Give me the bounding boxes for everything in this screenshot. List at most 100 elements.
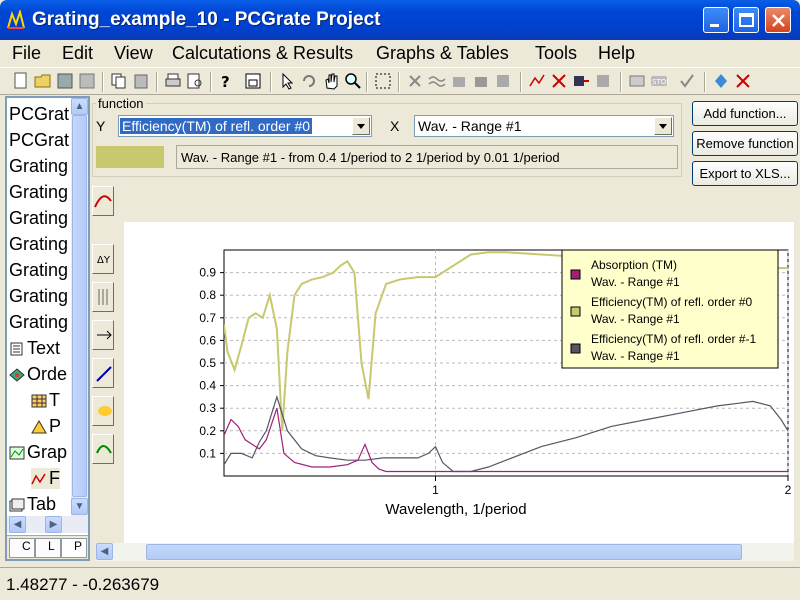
svg-text:ΔY: ΔY <box>97 255 111 266</box>
tree-item[interactable]: Grating <box>9 312 68 333</box>
tree-item-text[interactable]: Text <box>9 338 60 359</box>
tree-item-tables[interactable]: Tab <box>9 494 56 515</box>
minimize-button[interactable] <box>703 7 729 33</box>
copy-icon[interactable] <box>110 72 128 90</box>
info-icon[interactable] <box>712 72 730 90</box>
dropdown-button[interactable] <box>352 117 370 135</box>
legend-sublabel-1: Wav. - Range #1 <box>591 312 680 326</box>
tool-a-icon[interactable] <box>450 72 468 90</box>
menu-view[interactable]: View <box>114 43 153 64</box>
tree-item[interactable]: Grating <box>9 286 68 307</box>
save-icon[interactable] <box>56 72 74 90</box>
legend-swatch-2 <box>570 343 581 354</box>
scroll-thumb[interactable] <box>146 544 742 560</box>
tree-item-function-graph[interactable]: F <box>31 468 60 489</box>
calc-icon[interactable] <box>628 72 646 90</box>
palette-icon <box>96 445 112 454</box>
series-color-swatch[interactable] <box>96 146 164 168</box>
tool-d-icon[interactable] <box>594 72 612 90</box>
side-tool-button[interactable] <box>92 434 114 464</box>
zoom-icon[interactable] <box>344 72 362 90</box>
menu-file[interactable]: File <box>12 43 41 64</box>
print-icon[interactable] <box>164 72 182 90</box>
new-file-icon[interactable] <box>12 72 30 90</box>
minimize-icon <box>710 24 719 27</box>
add-function-button[interactable]: Add function... <box>692 101 798 126</box>
maximize-button[interactable] <box>733 7 759 33</box>
tree-item[interactable]: Grating <box>9 156 68 177</box>
project-tree[interactable]: PCGrat PCGrat Grating Grating Grating Gr… <box>5 96 90 561</box>
menu-graphs-tables[interactable]: Graphs & Tables <box>376 43 509 64</box>
tree-horizontal-scrollbar[interactable]: ◀ ▶ <box>7 516 88 533</box>
menu-calculations[interactable]: Calcutations & Results <box>172 43 353 64</box>
tree-item-plot[interactable]: P <box>31 416 61 437</box>
tree-item[interactable]: PCGrat <box>9 130 69 151</box>
side-tool-button[interactable] <box>92 282 114 312</box>
wave-icon[interactable] <box>428 72 446 90</box>
side-tool-button[interactable] <box>92 186 114 216</box>
menu-tools[interactable]: Tools <box>535 43 577 64</box>
tool-b-icon[interactable] <box>472 72 490 90</box>
rotate-icon[interactable] <box>300 72 318 90</box>
tree-vertical-scrollbar[interactable]: ▲ ▼ <box>71 98 88 516</box>
y-tick-label: 0.5 <box>199 356 216 370</box>
side-tool-button[interactable] <box>92 396 114 426</box>
x-tick-label: 2 <box>785 483 792 497</box>
x-label: X <box>390 118 400 134</box>
grid-icon <box>98 289 108 305</box>
open-folder-icon[interactable] <box>34 72 52 90</box>
graph-tool-icon[interactable] <box>528 72 546 90</box>
scroll-left-button[interactable]: ◀ <box>9 516 26 533</box>
disabled-icon[interactable] <box>734 72 752 90</box>
menu-help[interactable]: Help <box>598 43 635 64</box>
close-button[interactable] <box>765 7 791 33</box>
tree-item[interactable]: Grating <box>9 208 68 229</box>
stop-icon[interactable]: STOP <box>650 72 668 90</box>
y-tick-label: 0.7 <box>199 311 216 325</box>
window-title: Grating_example_10 - PCGrate Project <box>32 9 381 30</box>
check-icon[interactable] <box>678 72 696 90</box>
y-function-select[interactable]: Efficiency(TM) of refl. order #0 <box>118 115 372 137</box>
export-icon[interactable] <box>572 72 590 90</box>
y-label: Y <box>96 118 106 134</box>
side-tool-button[interactable] <box>92 320 114 350</box>
tree-item[interactable]: Grating <box>9 260 68 281</box>
tree-item[interactable]: PCGrat <box>9 104 69 125</box>
tree-item-orders[interactable]: Orde <box>9 364 67 385</box>
export-xls-button[interactable]: Export to XLS... <box>692 161 798 186</box>
cross-icon[interactable] <box>406 72 424 90</box>
print-preview-icon[interactable] <box>186 72 204 90</box>
svg-text:STOP: STOP <box>652 78 668 86</box>
scroll-up-button[interactable]: ▲ <box>71 98 88 115</box>
delete-graph-icon[interactable] <box>550 72 568 90</box>
menu-edit[interactable]: Edit <box>62 43 93 64</box>
chart-horizontal-scrollbar[interactable]: ◀ <box>96 543 794 561</box>
efficiency-chart[interactable]: 0.1 0.2 0.3 0.4 0.5 0.6 0.7 0.8 0.9 1 2 Wavelength,… <box>124 222 794 544</box>
pan-hand-icon[interactable] <box>322 72 340 90</box>
help-icon[interactable]: ? <box>216 72 234 90</box>
tool-c-icon[interactable] <box>494 72 512 90</box>
tab-project[interactable]: P <box>61 538 87 558</box>
tab-classes[interactable]: C <box>9 538 35 558</box>
paste-icon[interactable] <box>132 72 150 90</box>
x-function-select[interactable]: Wav. - Range #1 <box>414 115 674 137</box>
scroll-right-button[interactable]: ▶ <box>45 516 62 533</box>
scroll-down-button[interactable]: ▼ <box>71 498 88 515</box>
tree-item-table[interactable]: T <box>31 390 60 411</box>
tree-item[interactable]: Grating <box>9 234 68 255</box>
scroll-left-button[interactable]: ◀ <box>96 543 113 560</box>
tab-list[interactable]: L <box>35 538 61 558</box>
pointer-icon[interactable] <box>278 72 296 90</box>
tree-item-graphs[interactable]: Grap <box>9 442 67 463</box>
save-all-icon[interactable] <box>78 72 96 90</box>
side-tool-button[interactable]: ΔY <box>92 244 114 274</box>
tree-item[interactable]: Grating <box>9 182 68 203</box>
window-icon[interactable] <box>244 72 262 90</box>
side-tool-button[interactable] <box>92 358 114 388</box>
remove-function-button[interactable]: Remove function <box>692 131 798 156</box>
x-tick-label: 1 <box>432 483 439 497</box>
fit-icon[interactable] <box>374 72 392 90</box>
dropdown-button[interactable] <box>654 117 672 135</box>
scroll-thumb[interactable] <box>72 115 87 497</box>
chart-area[interactable]: 0.1 0.2 0.3 0.4 0.5 0.6 0.7 0.8 0.9 1 2 Wavelength,… <box>124 222 794 544</box>
